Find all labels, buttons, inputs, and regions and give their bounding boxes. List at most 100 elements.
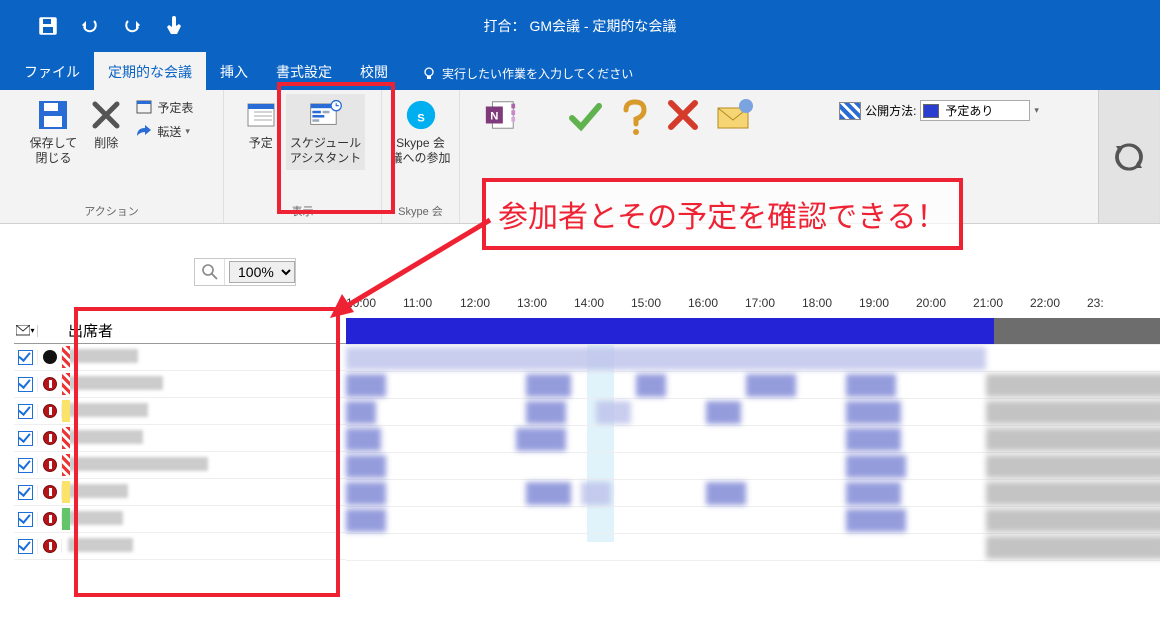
busy-block [846, 509, 906, 532]
busy-block [846, 401, 901, 424]
attendee-row[interactable] [14, 425, 346, 452]
tab-review[interactable]: 校閲 [346, 52, 402, 90]
schedule-row[interactable] [346, 453, 1160, 480]
scheduling-assistant-button[interactable]: スケジュール アシスタント [286, 94, 366, 170]
busy-block [346, 455, 386, 478]
zoom-select[interactable]: 100% [229, 261, 295, 283]
attendee-checkbox[interactable] [14, 350, 38, 365]
busy-block [706, 401, 741, 424]
time-slot: 12:00 [460, 296, 517, 318]
delete-button[interactable]: 削除 [85, 94, 127, 155]
time-slot: 17:00 [745, 296, 802, 318]
attendee-status-icon [38, 431, 62, 445]
attendee-checkbox[interactable] [14, 512, 38, 527]
skype-meeting-button[interactable]: S Skype 会 議への参加 [387, 94, 455, 170]
busy-block [516, 428, 566, 451]
attendee-name [62, 349, 346, 366]
busy-block [846, 374, 896, 397]
calendar-view-button[interactable]: 予定表 [131, 96, 197, 118]
attendee-checkbox[interactable] [14, 539, 38, 554]
schedule-grid[interactable] [346, 318, 1160, 617]
tab-insert[interactable]: 挿入 [206, 52, 262, 90]
respond-icon[interactable] [714, 98, 754, 134]
attendee-status-icon [38, 458, 62, 472]
busy-block [636, 374, 666, 397]
attendee-checkbox[interactable] [14, 485, 38, 500]
delete-x-icon [89, 98, 123, 132]
save-close-button[interactable]: 保存して 閉じる [26, 94, 82, 170]
busy-block [986, 374, 1160, 397]
calendar-icon [135, 98, 153, 116]
time-slot: 21:00 [973, 296, 1030, 318]
attendee-row[interactable] [14, 506, 346, 533]
attendee-checkbox[interactable] [14, 431, 38, 446]
busy-block [581, 482, 611, 505]
onenote-button[interactable]: N [479, 94, 521, 140]
busy-block [746, 374, 796, 397]
undo-icon[interactable] [78, 14, 102, 38]
attendee-status-icon [38, 485, 62, 499]
scheduling-assistant-icon [309, 98, 343, 132]
time-slot: 10:00 [346, 296, 403, 318]
attendee-row[interactable] [14, 452, 346, 479]
busy-block [986, 509, 1160, 532]
attendee-checkbox[interactable] [14, 377, 38, 392]
time-header: 10:0011:0012:0013:0014:0015:0016:0017:00… [346, 296, 1160, 318]
time-slot: 19:00 [859, 296, 916, 318]
attendee-row[interactable] [14, 398, 346, 425]
time-slot: 22:00 [1030, 296, 1087, 318]
actions-group-label: アクション [84, 203, 138, 221]
busy-block [346, 374, 386, 397]
attendee-name [62, 538, 346, 555]
schedule-row[interactable] [346, 399, 1160, 426]
tab-recurring-meeting[interactable]: 定期的な会議 [94, 52, 206, 90]
refresh-icon[interactable] [1112, 140, 1146, 174]
schedule-row[interactable] [346, 426, 1160, 453]
busy-block [846, 455, 906, 478]
busy-block [846, 482, 901, 505]
appointment-button[interactable]: 予定 [240, 94, 282, 155]
envelope-icon[interactable]: ▾ [14, 325, 38, 337]
magnifier-icon[interactable] [195, 259, 225, 285]
attendee-checkbox[interactable] [14, 404, 38, 419]
attendee-name [62, 430, 346, 447]
schedule-row[interactable] [346, 345, 1160, 372]
schedule-row[interactable] [346, 534, 1160, 561]
time-slot: 15:00 [631, 296, 688, 318]
attendee-row[interactable] [14, 533, 346, 560]
tab-file[interactable]: ファイル [10, 52, 94, 90]
busy-block [986, 536, 1160, 559]
time-slot: 18:00 [802, 296, 859, 318]
accept-icon[interactable] [566, 98, 604, 136]
busy-block [346, 401, 376, 424]
busy-block [986, 401, 1160, 424]
tab-format[interactable]: 書式設定 [262, 52, 346, 90]
annotation-callout: 参加者とその予定を確認できる！ [482, 178, 963, 250]
attendee-row[interactable] [14, 479, 346, 506]
attendee-name [62, 457, 346, 474]
save-icon[interactable] [36, 14, 60, 38]
tell-me-search[interactable]: 実行したい作業を入力してください [402, 65, 643, 90]
attendee-row[interactable] [14, 371, 346, 398]
zoom-control[interactable]: 100% [194, 258, 296, 286]
svg-text:S: S [417, 113, 425, 125]
decline-icon[interactable] [666, 98, 700, 132]
lightbulb-icon [422, 67, 436, 81]
chevron-down-icon[interactable]: ▾ [1034, 105, 1039, 116]
publish-method-dropdown[interactable]: 予定あり [920, 100, 1030, 121]
touch-mode-icon[interactable] [162, 14, 186, 38]
forward-button[interactable]: 転送▾ [131, 120, 197, 142]
svg-text:N: N [490, 111, 498, 123]
schedule-row[interactable] [346, 507, 1160, 534]
attendee-checkbox[interactable] [14, 458, 38, 473]
publish-method-row: 公開方法: 予定あり ▾ [839, 94, 1039, 121]
attendee-row[interactable] [14, 344, 346, 371]
schedule-row[interactable] [346, 372, 1160, 399]
tentative-icon[interactable] [618, 98, 652, 138]
redo-icon[interactable] [120, 14, 144, 38]
busy-block [346, 482, 386, 505]
all-attendees-busy-bar [346, 318, 994, 344]
time-slot: 14:00 [574, 296, 631, 318]
tell-me-placeholder: 実行したい作業を入力してください [442, 65, 633, 82]
schedule-row[interactable] [346, 480, 1160, 507]
